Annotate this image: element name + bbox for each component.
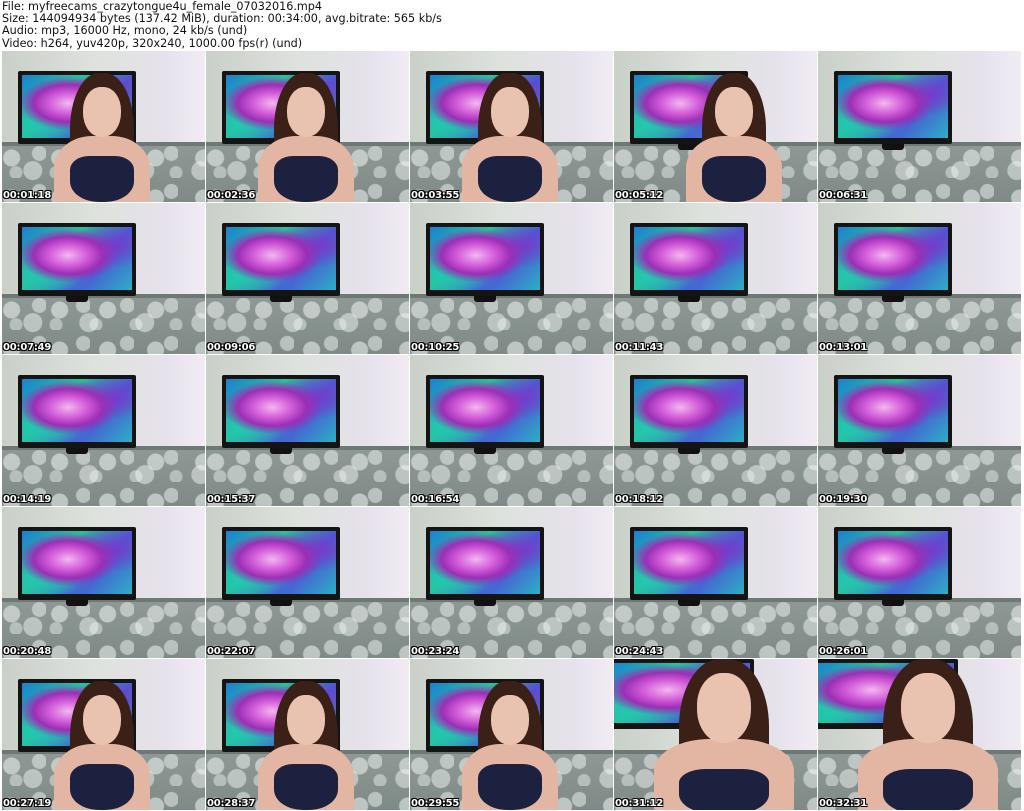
tv-screen-image <box>18 223 136 296</box>
video-thumbnail: 00:13:01 <box>818 203 1021 354</box>
tv-screen-image <box>630 223 748 296</box>
thumbnail-grid: 00:01:18 00:02:36 00:03:55 00:05:12 00:06:31… <box>2 51 1021 810</box>
video-thumbnail: 00:07:49 <box>2 203 205 354</box>
tv-stand <box>66 296 88 302</box>
video-thumbnail: 00:27:19 <box>2 659 205 810</box>
tv-stand <box>270 448 292 454</box>
timestamp-label: 00:07:49 <box>3 342 52 353</box>
video-thumbnail: 00:18:12 <box>614 355 817 506</box>
tv-stand <box>474 448 496 454</box>
timestamp-label: 00:28:37 <box>207 798 256 809</box>
tv-screen-image <box>834 223 952 296</box>
video-thumbnail: 00:23:24 <box>410 507 613 658</box>
timestamp-label: 00:29:55 <box>411 798 460 809</box>
timestamp-label: 00:32:31 <box>819 798 868 809</box>
timestamp-label: 00:13:01 <box>819 342 868 353</box>
video-thumbnail: 00:22:07 <box>206 507 409 658</box>
video-thumbnail: 00:01:18 <box>2 51 205 202</box>
tv-screen-image <box>222 527 340 600</box>
timestamp-label: 00:18:12 <box>615 494 664 505</box>
tv-stand <box>270 600 292 606</box>
video-thumbnail: 00:02:36 <box>206 51 409 202</box>
timestamp-label: 00:20:48 <box>3 646 52 657</box>
video-thumbnail: 00:14:19 <box>2 355 205 506</box>
tv-screen-image <box>426 527 544 600</box>
tv-screen-image <box>630 375 748 448</box>
tv-screen-image <box>18 375 136 448</box>
video-thumbnail: 00:26:01 <box>818 507 1021 658</box>
tv-screen-image <box>834 375 952 448</box>
tv-screen-image <box>18 527 136 600</box>
tv-stand <box>678 296 700 302</box>
timestamp-label: 00:06:31 <box>819 190 868 201</box>
video-thumbnail: 00:09:06 <box>206 203 409 354</box>
timestamp-label: 00:15:37 <box>207 494 256 505</box>
video-thumbnail: 00:10:25 <box>410 203 613 354</box>
video-thumbnail: 00:05:12 <box>614 51 817 202</box>
timestamp-label: 00:05:12 <box>615 190 664 201</box>
timestamp-label: 00:11:43 <box>615 342 664 353</box>
video-thumbnail: 00:20:48 <box>2 507 205 658</box>
video-thumbnail: 00:16:54 <box>410 355 613 506</box>
tv-stand <box>66 600 88 606</box>
timestamp-label: 00:26:01 <box>819 646 868 657</box>
video-thumbnail: 00:31:12 <box>614 659 817 810</box>
timestamp-label: 00:14:19 <box>3 494 52 505</box>
tv-stand <box>270 296 292 302</box>
tv-stand <box>474 296 496 302</box>
video-thumbnail: 00:32:31 <box>818 659 1021 810</box>
video-thumbnail: 00:28:37 <box>206 659 409 810</box>
timestamp-label: 00:16:54 <box>411 494 460 505</box>
timestamp-label: 00:09:06 <box>207 342 256 353</box>
video-thumbnail: 00:29:55 <box>410 659 613 810</box>
video-thumbnail: 00:19:30 <box>818 355 1021 506</box>
audio-info-line: Audio: mp3, 16000 Hz, mono, 24 kb/s (und… <box>2 24 248 38</box>
tv-screen-image <box>834 71 952 144</box>
timestamp-label: 00:27:19 <box>3 798 52 809</box>
video-thumbnail: 00:11:43 <box>614 203 817 354</box>
tv-screen-image <box>426 223 544 296</box>
tv-stand <box>882 296 904 302</box>
video-thumbnail: 00:03:55 <box>410 51 613 202</box>
timestamp-label: 00:23:24 <box>411 646 460 657</box>
timestamp-label: 00:31:12 <box>615 798 664 809</box>
tv-screen-image <box>222 223 340 296</box>
tv-stand <box>882 448 904 454</box>
video-info-line: Video: h264, yuv420p, 320x240, 1000.00 f… <box>2 36 303 50</box>
tv-screen-image <box>630 527 748 600</box>
tv-screen-image <box>222 375 340 448</box>
timestamp-label: 00:03:55 <box>411 190 460 201</box>
tv-stand <box>882 144 904 150</box>
tv-stand <box>474 600 496 606</box>
video-thumbnail: 00:06:31 <box>818 51 1021 202</box>
tv-screen-image <box>834 527 952 600</box>
tv-stand <box>882 600 904 606</box>
timestamp-label: 00:01:18 <box>3 190 52 201</box>
timestamp-label: 00:22:07 <box>207 646 256 657</box>
video-info-header: File: myfreecams_crazytongue4u_female_07… <box>0 0 1024 51</box>
tv-stand <box>678 448 700 454</box>
video-thumbnail: 00:24:43 <box>614 507 817 658</box>
video-thumbnail: 00:15:37 <box>206 355 409 506</box>
timestamp-label: 00:10:25 <box>411 342 460 353</box>
tv-screen-image <box>426 375 544 448</box>
timestamp-label: 00:24:43 <box>615 646 664 657</box>
tv-stand <box>66 448 88 454</box>
tv-stand <box>678 600 700 606</box>
timestamp-label: 00:02:36 <box>207 190 256 201</box>
timestamp-label: 00:19:30 <box>819 494 868 505</box>
